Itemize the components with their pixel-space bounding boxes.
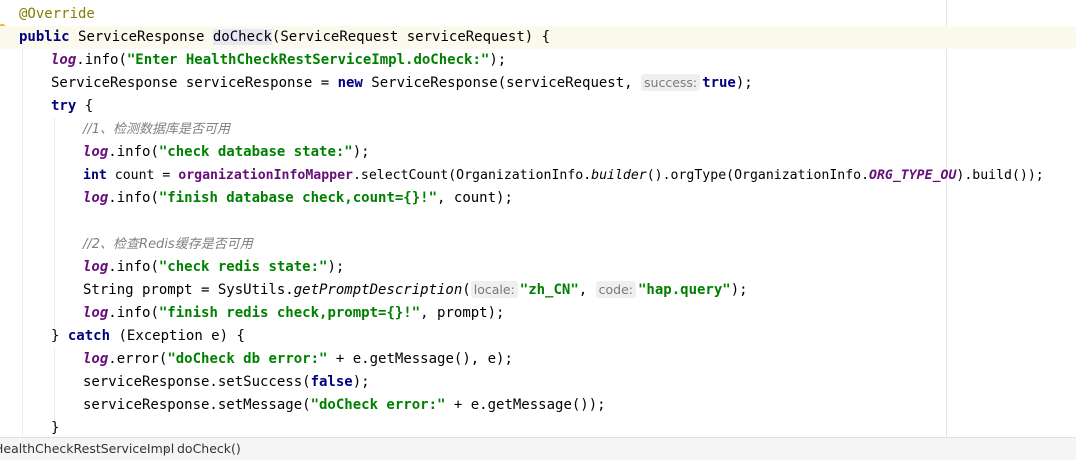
code-text: ServiceResponse serviceResponse = [51, 75, 338, 91]
keyword-token: catch [67, 328, 111, 344]
code-text: serviceResponse.setMessage( [83, 397, 311, 413]
code-text: { [76, 98, 94, 114]
code-text: ( [462, 282, 471, 298]
comment-token: //2、检查Redis缓存是否可用 [83, 237, 253, 252]
code-text: .info( [108, 305, 159, 321]
code-text: , prompt); [420, 305, 505, 321]
code-text: .info( [108, 259, 159, 275]
code-text: .selectCount(OrganizationInfo. [352, 168, 592, 183]
right-margin-guide [946, 0, 947, 437]
log-field-token: log [83, 305, 109, 321]
code-line[interactable]: ServiceResponse serviceResponse = new Se… [51, 72, 753, 95]
code-text: ); [327, 259, 345, 275]
string-token: "check database state:" [158, 144, 353, 160]
code-line[interactable]: log.info("finish redis check,prompt={}!"… [83, 302, 504, 325]
string-token: "doCheck error:" [310, 397, 446, 413]
code-text: , count); [437, 190, 513, 206]
code-text: .info( [108, 190, 159, 206]
code-line[interactable]: @Override [19, 3, 95, 26]
code-line[interactable]: //2、检查Redis缓存是否可用 [83, 233, 253, 256]
code-line[interactable]: serviceResponse.setSuccess(false); [83, 371, 370, 394]
log-field-token: log [83, 190, 109, 206]
string-token: "hap.query" [638, 282, 731, 298]
parameter-hint: code: [595, 281, 636, 298]
method-name-token[interactable]: doCheck [212, 29, 272, 45]
code-text: ServiceResponse(serviceRequest, [362, 75, 642, 91]
constant-token: ORG_TYPE_OU [869, 168, 957, 183]
code-text: ); [489, 52, 507, 68]
string-token: "finish redis check,prompt={}!" [158, 305, 421, 321]
field-token: organizationInfoMapper [178, 168, 353, 183]
code-text: + e.getMessage(), e); [327, 351, 513, 367]
log-field-token: log [83, 144, 109, 160]
code-editor[interactable]: @Override public ServiceResponse doCheck… [0, 0, 1076, 437]
code-line-current[interactable]: public ServiceResponse doCheck(ServiceRe… [0, 26, 1076, 49]
code-text: } [51, 420, 60, 436]
type-token: ServiceResponse [78, 29, 213, 45]
indent-guide [22, 48, 23, 436]
comment-token: //1、检测数据库是否可用 [83, 122, 231, 137]
code-line[interactable]: try { [51, 95, 93, 118]
code-text: String prompt = SysUtils. [83, 282, 294, 298]
code-text: count = [106, 168, 179, 183]
code-text: + e.getMessage()); [445, 397, 606, 413]
breadcrumb-separator-icon: › [164, 441, 169, 456]
code-text: .error( [108, 351, 168, 367]
log-field-token: log [51, 52, 77, 68]
parameter-hint: locale: [470, 281, 518, 298]
keyword-token: new [337, 75, 363, 91]
params-token: (ServiceRequest serviceRequest) { [271, 29, 551, 45]
indent-guide [54, 348, 55, 424]
annotation-token: @Override [19, 6, 95, 22]
code-text: ); [352, 374, 370, 390]
string-token: "check redis state:" [158, 259, 328, 275]
parameter-hint: success: [641, 74, 701, 91]
string-token: "doCheck db error:" [167, 351, 328, 367]
string-token: "finish database check,count={}!" [158, 190, 438, 206]
string-token: "zh_CN" [519, 282, 579, 298]
string-token: "Enter HealthCheckRestServiceImpl.doChec… [126, 52, 490, 68]
breadcrumb: HealthCheckRestServiceImpl › doCheck() [0, 437, 1076, 460]
code-text: ); [730, 282, 748, 298]
code-text: , [578, 282, 596, 298]
code-text: ); [352, 144, 370, 160]
code-line[interactable]: } catch (Exception e) { [51, 325, 245, 348]
code-line[interactable]: log.info("finish database check,count={}… [83, 187, 513, 210]
code-text: .info( [108, 144, 159, 160]
keyword-token: int [83, 168, 107, 183]
code-text: ).build()); [956, 168, 1044, 183]
log-field-token: log [83, 259, 109, 275]
code-text: .info( [76, 52, 127, 68]
static-method-token: getPromptDescription [293, 282, 463, 298]
static-method-token: builder [591, 168, 647, 183]
indent-guide [54, 118, 55, 328]
code-text: serviceResponse.setSuccess( [83, 374, 311, 390]
breadcrumb-method[interactable]: doCheck() [177, 438, 241, 460]
code-line[interactable]: log.info("check database state:"); [83, 141, 370, 164]
code-line[interactable]: log.info("Enter HealthCheckRestServiceIm… [51, 49, 506, 72]
keyword-token: public [19, 29, 70, 45]
code-line[interactable]: log.info("check redis state:"); [83, 256, 344, 279]
code-text: ().orgType(OrganizationInfo. [646, 168, 870, 183]
code-text: ); [735, 75, 753, 91]
code-line[interactable]: //1、检测数据库是否可用 [83, 118, 230, 141]
log-field-token: log [83, 351, 109, 367]
code-line[interactable]: } [51, 417, 59, 437]
code-line[interactable]: String prompt = SysUtils.getPromptDescri… [83, 279, 748, 302]
keyword-token: true [702, 75, 736, 91]
keyword-token: false [310, 374, 353, 390]
code-line[interactable]: int count = organizationInfoMapper.selec… [83, 164, 1044, 187]
code-line[interactable]: serviceResponse.setMessage("doCheck erro… [83, 394, 606, 417]
code-text: (Exception e) { [110, 328, 245, 344]
breadcrumb-class[interactable]: HealthCheckRestServiceImpl [0, 438, 174, 460]
code-line[interactable]: log.error("doCheck db error:" + e.getMes… [83, 348, 513, 371]
keyword-token: try [51, 98, 77, 114]
